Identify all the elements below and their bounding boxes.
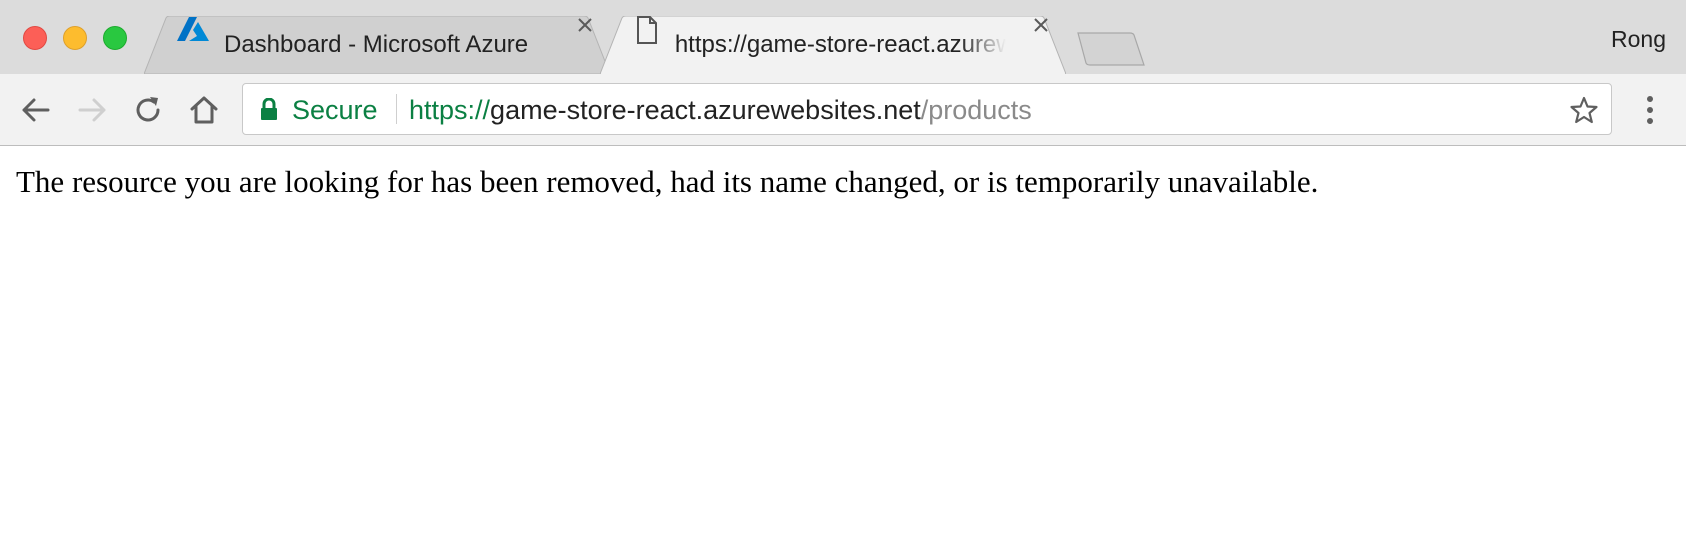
tab-title: Dashboard - Microsoft Azure: [224, 31, 529, 58]
address-bar[interactable]: Secure https://game-store-react.azureweb…: [242, 83, 1612, 135]
window-minimize-button[interactable]: [63, 26, 87, 50]
home-icon[interactable]: [186, 92, 222, 128]
browser-window: Dashboard - Microsoft Azure https://game…: [0, 0, 1686, 544]
new-tab-button[interactable]: [1076, 32, 1146, 66]
secure-label[interactable]: Secure: [292, 95, 378, 126]
vertical-dots-icon[interactable]: [1636, 92, 1664, 128]
browser-toolbar: Secure https://game-store-react.azureweb…: [0, 74, 1686, 146]
url-host: game-store-react.azurewebsites.net: [490, 95, 921, 125]
tab-title: https://game-store-react.azurewebsites.n…: [674, 31, 1006, 58]
azure-logo-icon: [176, 17, 210, 58]
window-close-button[interactable]: [23, 26, 47, 50]
error-message: The resource you are looking for has bee…: [16, 164, 1319, 199]
url-text[interactable]: https://game-store-react.azurewebsites.n…: [409, 95, 1032, 126]
lock-icon[interactable]: [259, 98, 279, 120]
tab-strip: Dashboard - Microsoft Azure https://game…: [0, 0, 1686, 74]
window-maximize-button[interactable]: [103, 26, 127, 50]
tab-game-store-products[interactable]: https://game-store-react.azurewebsites.n…: [600, 16, 1066, 74]
omnibox-divider: [396, 94, 397, 124]
page-content: The resource you are looking for has bee…: [0, 146, 1686, 544]
star-icon[interactable]: [1569, 95, 1599, 125]
back-arrow-icon[interactable]: [18, 92, 54, 128]
url-path: /products: [920, 95, 1032, 125]
tab-azure-dashboard[interactable]: Dashboard - Microsoft Azure: [144, 16, 610, 74]
url-scheme: https://: [409, 95, 491, 125]
tab-close-icon[interactable]: [1032, 16, 1050, 34]
forward-arrow-icon[interactable]: [74, 92, 110, 128]
tab-close-icon[interactable]: [576, 16, 594, 34]
document-icon: [636, 16, 657, 59]
profile-name[interactable]: Rong: [1611, 26, 1666, 53]
reload-icon[interactable]: [130, 92, 166, 128]
